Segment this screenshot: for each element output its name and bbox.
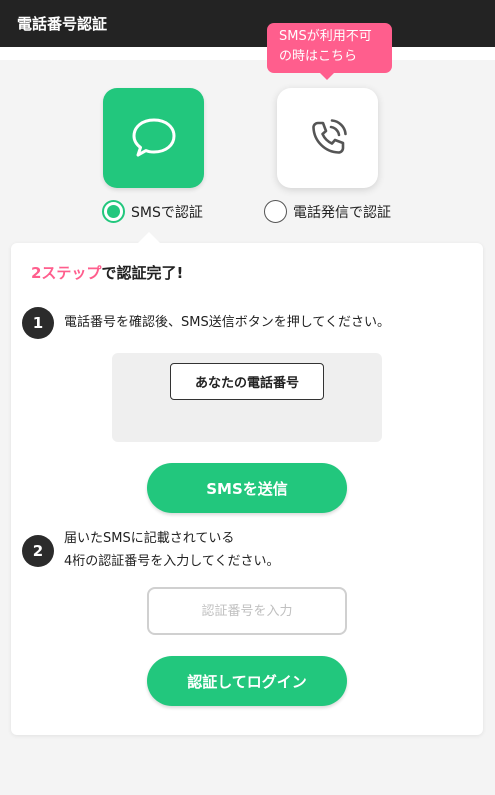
sms-radio-option[interactable]: SMSで認証: [102, 200, 203, 223]
phone-call-icon: [311, 119, 347, 154]
verify-and-login-button[interactable]: 認証してログイン: [147, 656, 347, 706]
verification-code-input[interactable]: [147, 587, 347, 635]
send-sms-button[interactable]: SMSを送信: [147, 463, 347, 513]
sms-method-tile[interactable]: [103, 88, 204, 188]
chat-bubble-icon: [132, 118, 175, 157]
call-method-tile[interactable]: [277, 88, 378, 188]
step-2-text-line-1: 届いたSMSに記載されている: [64, 531, 235, 546]
step-2-text: 届いたSMSに記載されている 4桁の認証番号を入力してください。: [64, 527, 280, 573]
sms-radio-label: SMSで認証: [131, 204, 203, 221]
header-bar: 電話番号認証: [0, 0, 495, 47]
headline-rest: で認証完了!: [101, 264, 184, 282]
phone-number-field[interactable]: あなたの電話番号: [170, 363, 324, 400]
tooltip-line-2: の時はこちら: [279, 49, 358, 64]
tooltip-line-1: SMSが利用不可: [279, 29, 372, 44]
sms-unavailable-tooltip: SMSが利用不可 の時はこちら: [267, 23, 392, 80]
step-1-text: 電話番号を確認後、SMS送信ボタンを押してください。: [64, 315, 390, 330]
card-pointer: [138, 232, 160, 243]
page-title: 電話番号認証: [17, 15, 108, 33]
step-1-badge: 1: [22, 307, 54, 339]
steps-headline: 2ステップで認証完了!: [31, 262, 183, 283]
call-radio-label: 電話発信で認証: [293, 204, 391, 221]
step-2-text-line-2: 4桁の認証番号を入力してください。: [64, 554, 280, 569]
call-radio-button[interactable]: [264, 200, 287, 223]
step-2-badge: 2: [22, 535, 54, 567]
call-radio-option[interactable]: 電話発信で認証: [264, 200, 391, 223]
top-strip: [0, 47, 495, 60]
headline-accent: 2ステップ: [31, 264, 102, 282]
sms-radio-button[interactable]: [102, 200, 125, 223]
